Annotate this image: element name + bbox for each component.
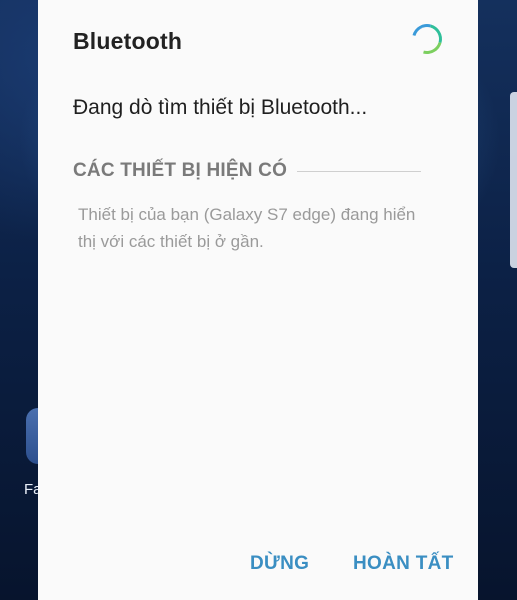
bluetooth-dialog: Bluetooth Đang dò tìm thiết bị Bluetooth…	[38, 0, 478, 600]
section-divider	[297, 170, 421, 172]
available-devices-header: CÁC THIẾT BỊ HIỆN CÓ	[73, 160, 421, 182]
dialog-title: Bluetooth	[73, 28, 183, 54]
scanning-status: Đang dò tìm thiết bị Bluetooth...	[73, 96, 368, 119]
stop-button[interactable]: DỪNG	[250, 553, 309, 575]
loading-spinner-icon	[406, 18, 448, 60]
done-button[interactable]: HOÀN TẤT	[353, 553, 454, 575]
section-title: CÁC THIẾT BỊ HIỆN CÓ	[73, 160, 288, 181]
edge-panel-handle[interactable]	[510, 92, 517, 268]
visibility-description: Thiết bị của bạn (Galaxy S7 edge) đang h…	[78, 205, 416, 251]
